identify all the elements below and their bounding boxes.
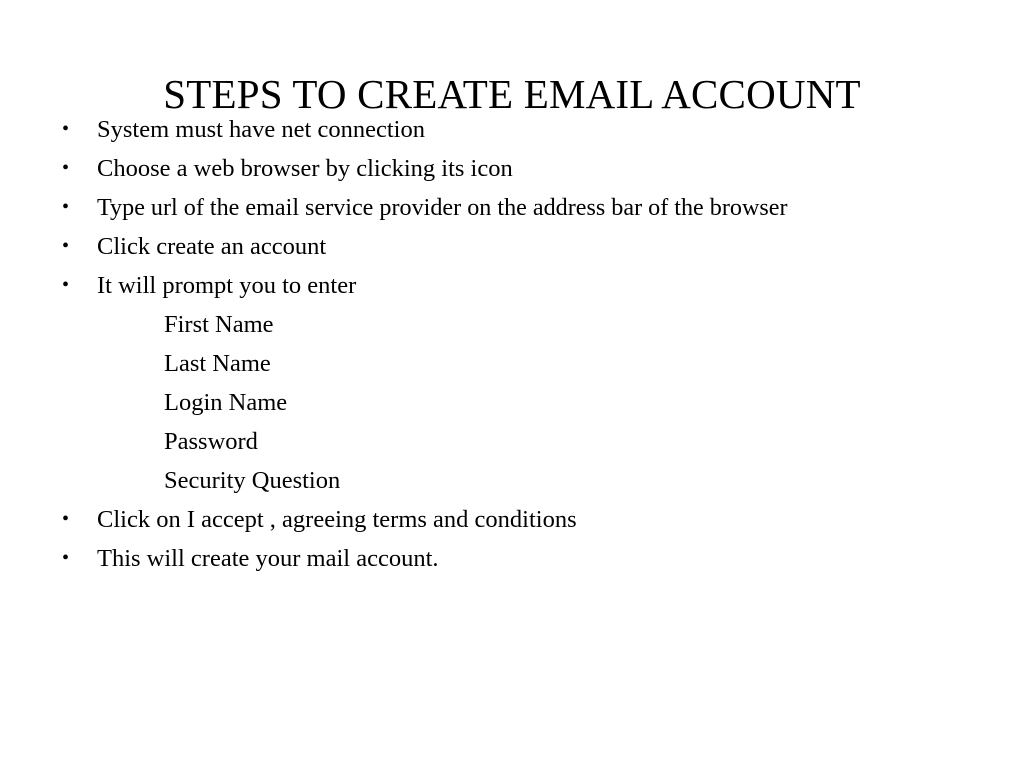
steps-list: System must have net connection Choose a … <box>0 110 1024 578</box>
bullet-icon <box>62 110 74 149</box>
bullet-icon <box>62 149 74 188</box>
list-item-label: Type url of the email service provider o… <box>97 194 788 221</box>
list-item: This will create your mail account. <box>0 539 1024 578</box>
list-item: Click create an account <box>0 227 1024 266</box>
list-item: Choose a web browser by clicking its ico… <box>0 149 1024 188</box>
sub-list-item: Password <box>0 422 1024 461</box>
sub-list-item: Last Name <box>0 344 1024 383</box>
list-item-label: System must have net connection <box>97 116 425 143</box>
list-item-label: Security Question <box>164 467 341 494</box>
slide-canvas: STEPS TO CREATE EMAIL ACCOUNT System mus… <box>0 0 1024 768</box>
bullet-icon <box>62 188 74 227</box>
sub-list-item: Security Question <box>0 461 1024 500</box>
sub-list-item: Login Name <box>0 383 1024 422</box>
list-item-label: This will create your mail account. <box>97 545 439 572</box>
sub-list-item: First Name <box>0 305 1024 344</box>
list-item-label: Choose a web browser by clicking its ico… <box>97 155 513 182</box>
bullet-icon <box>62 266 74 305</box>
bullet-icon <box>62 539 74 578</box>
list-item-label: It will prompt you to enter <box>97 272 357 299</box>
bullet-icon <box>62 500 74 539</box>
list-item-label: Click on I accept , agreeing terms and c… <box>97 506 577 533</box>
bullet-icon <box>62 227 74 266</box>
list-item-label: Click create an account <box>97 233 327 260</box>
list-item-label: First Name <box>164 311 274 338</box>
list-item: System must have net connection <box>0 110 1024 149</box>
list-item-label: Password <box>164 428 258 455</box>
list-item: Click on I accept , agreeing terms and c… <box>0 500 1024 539</box>
list-item: It will prompt you to enter <box>0 266 1024 305</box>
list-item: Type url of the email service provider o… <box>0 188 1024 227</box>
list-item-label: Last Name <box>164 350 271 377</box>
list-item-label: Login Name <box>164 389 288 416</box>
